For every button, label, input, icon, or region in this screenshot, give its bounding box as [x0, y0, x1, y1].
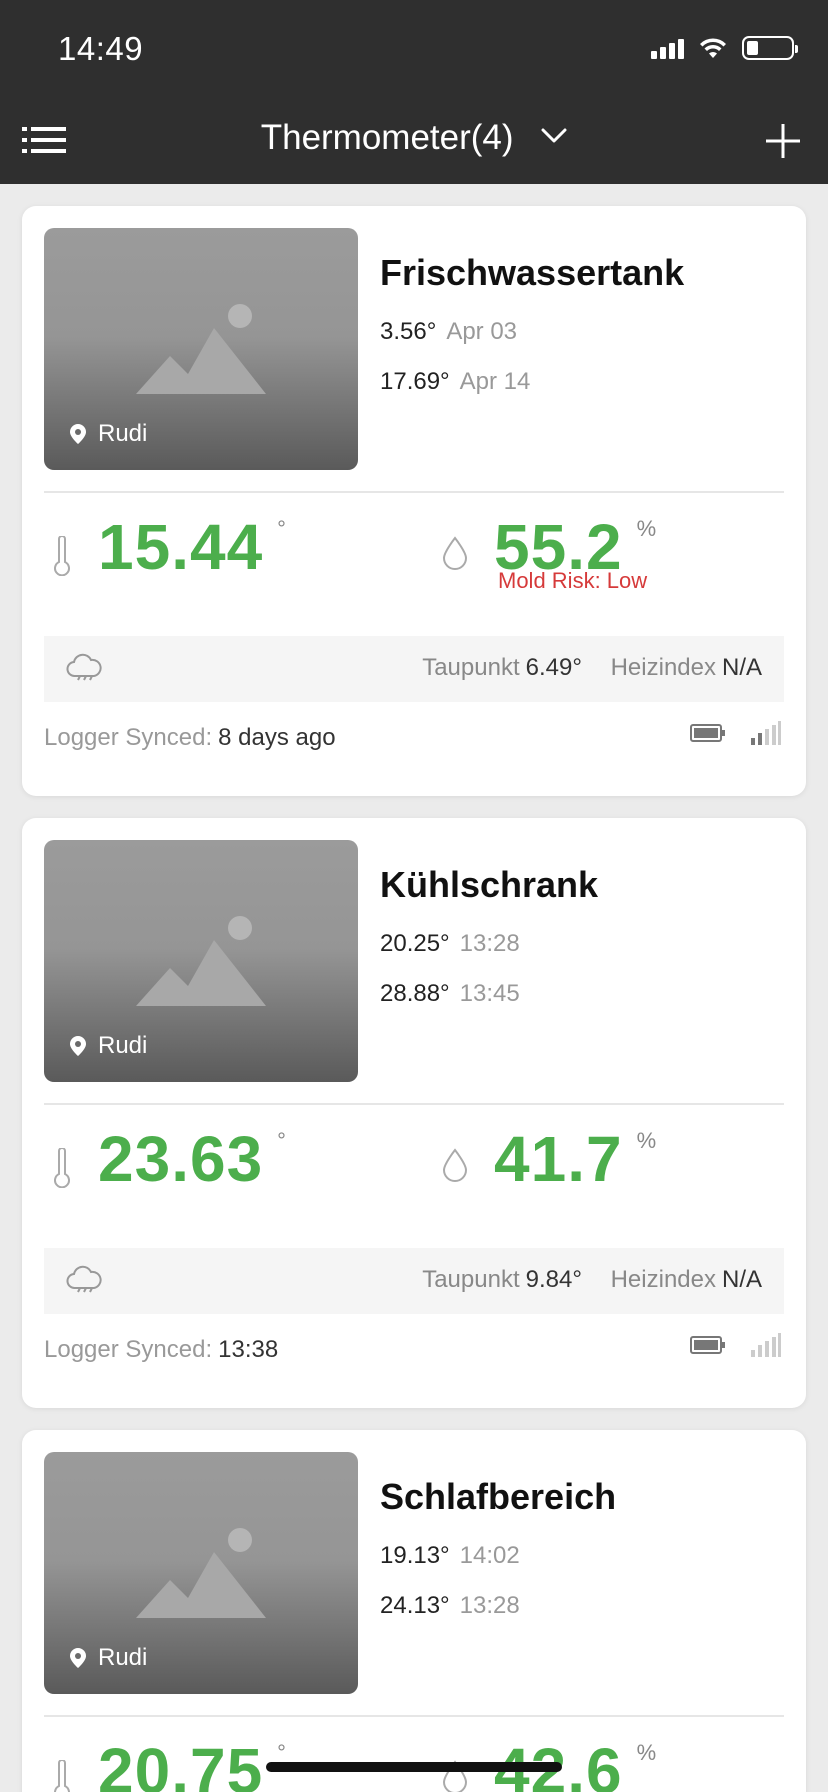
home-indicator[interactable]: [266, 1762, 562, 1772]
image-placeholder-icon: [136, 1528, 266, 1618]
dew-point-bar: Taupunkt 6.49° Heizindex N/A: [44, 636, 784, 702]
device-photo-placeholder: Rudi: [44, 840, 358, 1082]
temperature-reading: 20.75 °: [52, 1730, 286, 1792]
device-card[interactable]: Rudi Kühlschrank 20.25° 13:28 28.88° 13:45…: [22, 818, 806, 1408]
temperature-value: 15.44: [98, 511, 264, 583]
max-value: 28.88°: [380, 980, 450, 1007]
min-reading: 3.56° Apr 03: [380, 318, 517, 346]
synced-value: 13:38: [218, 1336, 279, 1363]
max-value: 17.69°: [380, 368, 450, 395]
humidity-unit: %: [636, 1740, 657, 1765]
chevron-down-icon: [541, 128, 567, 143]
min-time: 13:28: [459, 930, 520, 957]
map-pin-icon: [70, 1648, 86, 1668]
max-time: 13:28: [459, 1592, 520, 1619]
temperature-reading: 15.44 °: [52, 506, 286, 589]
max-reading: 28.88° 13:45: [380, 980, 520, 1008]
map-pin-icon: [70, 424, 86, 444]
max-value: 24.13°: [380, 1592, 450, 1619]
min-value: 3.56°: [380, 318, 437, 345]
map-pin-icon: [70, 1036, 86, 1056]
device-status-icons: [690, 1332, 782, 1358]
phone-battery-icon: [742, 36, 798, 60]
device-group-selector[interactable]: Thermometer(4): [0, 118, 828, 158]
device-location: Rudi: [70, 420, 147, 448]
humidity-reading: 41.7 %: [442, 1118, 656, 1201]
min-value: 19.13°: [380, 1542, 450, 1569]
divider: [44, 1103, 784, 1105]
thermometer-icon: [54, 1760, 70, 1792]
droplet-icon: [442, 536, 468, 570]
signal-icon: [751, 721, 781, 745]
temperature-unit: °: [277, 516, 286, 541]
status-time: 14:49: [58, 30, 144, 67]
dew-point-bar: Taupunkt 9.84° Heizindex N/A: [44, 1248, 784, 1314]
device-card[interactable]: Rudi Frischwassertank 3.56° Apr 03 17.69°…: [22, 206, 806, 796]
temperature-value: 20.75: [98, 1735, 264, 1792]
heat-index-label: Heizindex: [610, 1266, 716, 1293]
thermometer-icon: [54, 1148, 70, 1188]
status-icons: [651, 36, 798, 60]
max-time: Apr 14: [459, 368, 531, 395]
wifi-icon: [700, 38, 726, 58]
heat-index-label: Heizindex: [610, 654, 716, 681]
synced-label: Logger Synced:: [44, 1336, 213, 1363]
app-header: 14:49 Thermometer(4): [0, 0, 828, 184]
battery-icon: [690, 1336, 725, 1354]
humidity-reading: 42.6 %: [442, 1730, 656, 1792]
droplet-icon: [442, 1148, 468, 1182]
location-label: Rudi: [98, 420, 148, 447]
heat-index-value: N/A: [721, 1266, 762, 1293]
max-reading: 24.13° 13:28: [380, 1592, 520, 1620]
dew-point-value: 9.84°: [525, 1266, 582, 1293]
max-time: 13:45: [459, 980, 520, 1007]
device-location: Rudi: [70, 1032, 147, 1060]
signal-icon: [751, 1333, 781, 1357]
temperature-value: 23.63: [98, 1123, 264, 1195]
device-name: Kühlschrank: [380, 864, 599, 905]
min-reading: 20.25° 13:28: [380, 930, 520, 958]
plus-icon[interactable]: [764, 122, 802, 160]
device-photo-placeholder: Rudi: [44, 1452, 358, 1694]
cellular-signal-icon: [651, 37, 684, 59]
min-value: 20.25°: [380, 930, 450, 957]
temperature-reading: 23.63 °: [52, 1118, 286, 1201]
temperature-unit: °: [277, 1128, 286, 1153]
image-placeholder-icon: [136, 304, 266, 394]
dew-point-value: 6.49°: [525, 654, 582, 681]
divider: [44, 1715, 784, 1717]
cloud-icon: [66, 1265, 102, 1293]
logger-synced: Logger Synced: 13:38: [44, 1336, 278, 1364]
min-time: 14:02: [459, 1542, 520, 1569]
mold-risk-label: Mold Risk: Low: [498, 568, 648, 593]
nav-title: Thermometer(4): [260, 118, 514, 157]
dew-point-label: Taupunkt: [422, 1266, 520, 1293]
humidity-unit: %: [636, 1128, 657, 1153]
dew-point-label: Taupunkt: [422, 654, 520, 681]
humidity-unit: %: [636, 516, 657, 541]
cloud-icon: [66, 653, 102, 681]
location-label: Rudi: [98, 1032, 148, 1059]
device-name: Schlafbereich: [380, 1476, 617, 1517]
humidity-value: 41.7: [494, 1123, 623, 1195]
device-location: Rudi: [70, 1644, 147, 1672]
max-reading: 17.69° Apr 14: [380, 368, 530, 396]
synced-label: Logger Synced:: [44, 724, 213, 751]
min-reading: 19.13° 14:02: [380, 1542, 520, 1570]
synced-value: 8 days ago: [218, 724, 336, 751]
device-card[interactable]: Rudi Schlafbereich 19.13° 14:02 24.13° 13:…: [22, 1430, 806, 1792]
device-name: Frischwassertank: [380, 252, 685, 293]
humidity-value: 42.6: [494, 1735, 623, 1792]
thermometer-icon: [54, 536, 70, 576]
divider: [44, 491, 784, 493]
device-status-icons: [690, 720, 782, 746]
device-photo-placeholder: Rudi: [44, 228, 358, 470]
location-label: Rudi: [98, 1644, 148, 1671]
battery-icon: [690, 724, 725, 742]
min-time: Apr 03: [446, 318, 518, 345]
logger-synced: Logger Synced: 8 days ago: [44, 724, 336, 752]
image-placeholder-icon: [136, 916, 266, 1006]
heat-index-value: N/A: [721, 654, 762, 681]
